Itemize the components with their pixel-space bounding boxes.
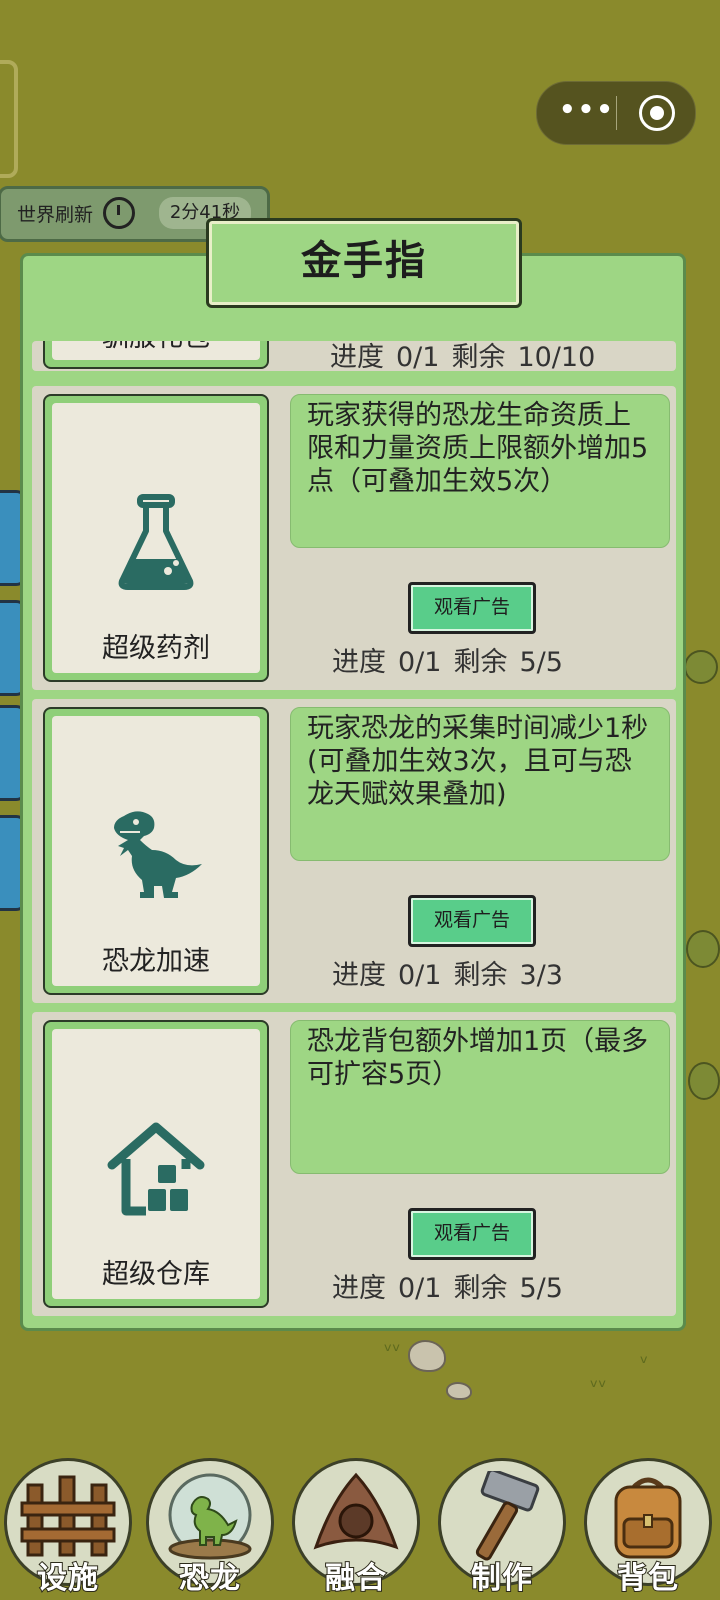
nav-dinosaurs[interactable]: 恐龙 (146, 1458, 274, 1597)
nav-fusion[interactable]: 融合 (292, 1458, 420, 1597)
nav-label: 融合 (324, 1560, 387, 1597)
item-description: 玩家获得的恐龙生命资质上限和力量资质上限额外增加5点（可叠加生效5次） (290, 394, 670, 548)
item-description: 玩家恐龙的采集时间减少1秒(可叠加生效3次，且可与恐龙天赋效果叠加) (290, 707, 670, 861)
target-close-icon[interactable] (639, 95, 675, 131)
hammer-icon (475, 1471, 540, 1561)
bush-decoration (688, 1062, 720, 1100)
bush-decoration (684, 650, 718, 684)
backpack-icon (614, 1477, 682, 1559)
item-name: 驯服礼包 (52, 341, 260, 354)
warehouse-icon (107, 1122, 205, 1216)
item-name: 恐龙加速 (102, 946, 210, 977)
dino-globe-icon (168, 1473, 252, 1560)
nav-label: 背包 (616, 1560, 679, 1597)
rock-decoration (408, 1340, 446, 1372)
rock-decoration (446, 1382, 472, 1400)
grass-decoration: ᵥ (640, 1344, 649, 1368)
list-item: 驯服礼包 进度0/1剩余10/10 (32, 341, 676, 373)
nav-label: 恐龙 (178, 1560, 241, 1597)
stopwatch-icon (103, 197, 135, 229)
world-refresh-label: 世界刷新 (17, 204, 94, 226)
nav-backpack[interactable]: 背包 (584, 1458, 712, 1597)
perk-list[interactable]: 驯服礼包 进度0/1剩余10/10 超级药剂 玩家获得的恐龙生命资质上限和力量资… (32, 341, 676, 1323)
dinosaur-icon (114, 811, 202, 898)
item-name: 超级药剂 (102, 633, 210, 664)
nav-label: 制作 (470, 1560, 533, 1597)
item-icon-card: 恐龙加速 (43, 707, 269, 995)
item-name: 超级仓库 (102, 1259, 210, 1290)
list-item: 超级药剂 玩家获得的恐龙生命资质上限和力量资质上限额外增加5点（可叠加生效5次）… (32, 386, 676, 690)
miniprogram-capsule: ••• (536, 81, 696, 145)
nav-facilities[interactable]: 设施 (4, 1458, 132, 1597)
list-item: 超级仓库 恐龙背包额外增加1页（最多可扩容5页） 观看广告 进度 0/1 剩余 5/5 (32, 1012, 676, 1316)
item-icon-card: 超级药剂 (43, 394, 269, 682)
modal-title-tab: 金手指 (206, 218, 522, 308)
watch-ad-button[interactable]: 观看广告 (408, 895, 536, 947)
item-progress: 进度 0/1 剩余 5/5 (332, 647, 563, 678)
watch-ad-button[interactable]: 观看广告 (408, 1208, 536, 1260)
modal-title: 金手指 (301, 238, 427, 284)
item-description: 恐龙背包额外增加1页（最多可扩容5页） (290, 1020, 670, 1174)
list-item: 恐龙加速 玩家恐龙的采集时间减少1秒(可叠加生效3次，且可与恐龙天赋效果叠加) … (32, 699, 676, 1003)
bottom-nav: 设施 恐龙 融合 制作 背包 (0, 1418, 720, 1600)
item-progress: 进度 0/1 剩余 5/5 (332, 1273, 563, 1304)
flask-icon (118, 494, 194, 590)
item-progress: 进度 0/1 剩余 3/3 (332, 960, 563, 991)
grass-decoration: ᵥᵥ (384, 1332, 401, 1356)
watch-ad-button[interactable]: 观看广告 (408, 582, 536, 634)
more-dots-icon[interactable]: ••• (559, 97, 613, 126)
capsule-divider (616, 96, 617, 130)
fusion-orb-icon (313, 1472, 399, 1550)
bush-decoration (686, 930, 720, 968)
nav-label: 设施 (36, 1560, 99, 1597)
fence-icon (20, 1475, 116, 1557)
gift-icon-card: 驯服礼包 (43, 341, 269, 369)
item-icon-card: 超级仓库 (43, 1020, 269, 1308)
item-progress: 进度 0/1 剩余 10/10 (330, 342, 596, 373)
grass-decoration: ᵥᵥ (590, 1368, 607, 1392)
nav-crafting[interactable]: 制作 (438, 1458, 566, 1597)
hex-frame-decoration (0, 60, 18, 178)
